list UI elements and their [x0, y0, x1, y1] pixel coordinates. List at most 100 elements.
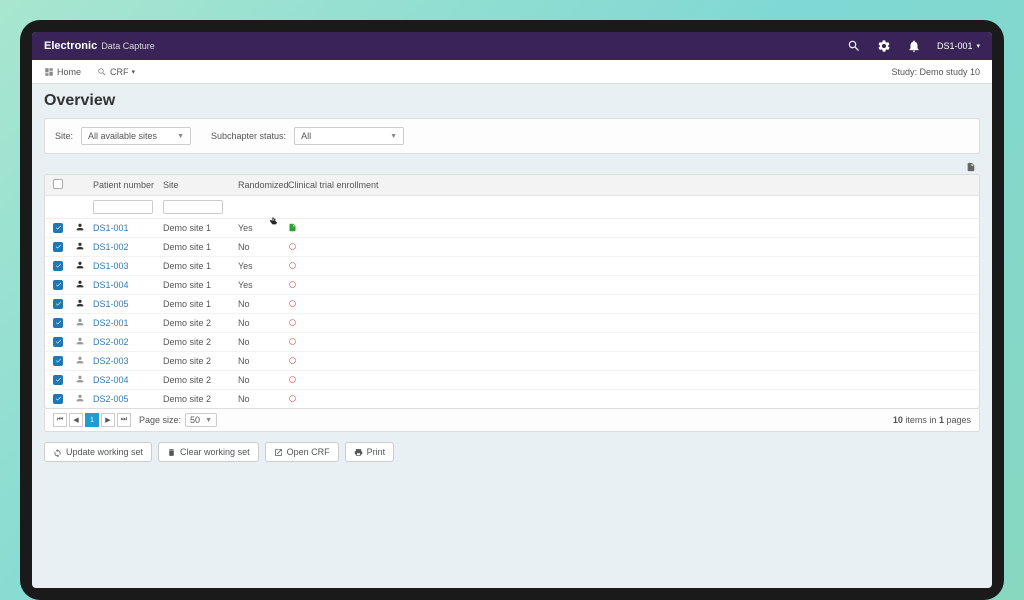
clear-working-set-button[interactable]: Clear working set — [158, 442, 259, 462]
randomized-text: No — [238, 299, 250, 309]
chevron-down-icon: ▼ — [390, 133, 397, 140]
randomized-text: No — [238, 318, 250, 328]
row-checkbox[interactable] — [53, 242, 63, 252]
patient-number-link[interactable]: DS2-002 — [93, 337, 129, 347]
randomized-text: No — [238, 242, 250, 252]
patient-number-link[interactable]: DS1-003 — [93, 261, 129, 271]
filter-row — [45, 196, 979, 219]
open-crf-button[interactable]: Open CRF — [265, 442, 339, 462]
patient-number-link[interactable]: DS1-002 — [93, 242, 129, 252]
print-icon — [354, 448, 363, 457]
row-checkbox[interactable] — [53, 337, 63, 347]
enroll-pending-icon — [288, 318, 297, 327]
page-size-value: 50 — [190, 415, 200, 425]
site-filter-dropdown[interactable]: All available sites ▼ — [81, 127, 191, 145]
nav-home[interactable]: Home — [44, 67, 89, 77]
table-row: DS2-004 Demo site 2 No — [45, 371, 979, 390]
export-row — [44, 160, 980, 174]
page-size-dropdown[interactable]: 50 ▼ — [185, 413, 217, 427]
col-randomized[interactable]: Randomized — [238, 180, 288, 190]
patient-number-link[interactable]: DS2-004 — [93, 375, 129, 385]
status-filter-value: All — [301, 131, 311, 141]
patient-number-link[interactable]: DS1-004 — [93, 280, 129, 290]
table-row: DS1-002Demo site 1No — [45, 238, 979, 257]
user-label: DS1-001 — [937, 41, 973, 51]
site-text: Demo site 1 — [163, 280, 211, 290]
site-text: Demo site 1 — [163, 223, 211, 233]
nav-home-label: Home — [57, 67, 81, 77]
table-header: Patient number Site Randomized Clinical … — [45, 175, 979, 196]
user-menu[interactable]: DS1-001 ▾ — [937, 41, 980, 51]
site-text: Demo site 2 — [163, 356, 211, 366]
pager-last[interactable]: ⏭ — [117, 413, 131, 427]
status-filter-dropdown[interactable]: All ▼ — [294, 127, 404, 145]
tablet-frame: Electronic Data Capture DS1-001 ▾ Home C… — [20, 20, 1004, 600]
row-checkbox[interactable] — [53, 223, 63, 233]
pager-prev[interactable]: ◀ — [69, 413, 83, 427]
search-small-icon — [97, 67, 107, 77]
patient-number-link[interactable]: DS2-005 — [93, 394, 129, 404]
row-checkbox[interactable] — [53, 318, 63, 328]
col-site[interactable]: Site — [163, 180, 238, 190]
patient-number-link[interactable]: DS2-003 — [93, 356, 129, 366]
brand-light: Data Capture — [101, 41, 155, 51]
person-icon — [75, 374, 85, 384]
person-icon — [75, 355, 85, 365]
row-checkbox[interactable] — [53, 299, 63, 309]
dashboard-icon — [44, 67, 54, 77]
search-icon[interactable] — [847, 39, 861, 53]
update-working-set-button[interactable]: Update working set — [44, 442, 152, 462]
study-label: Study: Demo study 10 — [891, 67, 980, 77]
update-label: Update working set — [66, 447, 143, 457]
action-buttons: Update working set Clear working set Ope… — [44, 442, 980, 462]
export-icon[interactable] — [966, 162, 976, 172]
randomized-text: Yes — [238, 223, 253, 233]
row-checkbox[interactable] — [53, 261, 63, 271]
person-icon — [75, 393, 85, 403]
patient-number-link[interactable]: DS1-001 — [93, 223, 129, 233]
patient-number-link[interactable]: DS2-001 — [93, 318, 129, 328]
person-icon — [75, 298, 85, 308]
col-patient-number[interactable]: Patient number — [93, 180, 163, 190]
randomized-text: No — [238, 356, 250, 366]
row-checkbox[interactable] — [53, 280, 63, 290]
row-checkbox[interactable] — [53, 394, 63, 404]
pager-page-1[interactable]: 1 — [85, 413, 99, 427]
bell-icon[interactable] — [907, 39, 921, 53]
pager-buttons: ⏮ ◀ 1 ▶ ⏭ — [53, 413, 131, 427]
content: Overview Site: All available sites ▼ Sub… — [32, 84, 992, 588]
patient-number-filter[interactable] — [93, 200, 153, 214]
randomized-text: No — [238, 375, 250, 385]
patient-number-link[interactable]: DS1-005 — [93, 299, 129, 309]
patient-table: Patient number Site Randomized Clinical … — [44, 174, 980, 409]
row-checkbox[interactable] — [53, 375, 63, 385]
nav-crf[interactable]: CRF ▾ — [89, 67, 143, 77]
pager-next[interactable]: ▶ — [101, 413, 115, 427]
brand: Electronic Data Capture — [44, 40, 155, 52]
page-size: Page size: 50 ▼ — [139, 413, 217, 427]
table-body: DS1-001Demo site 1YesDS1-002Demo site 1N… — [45, 219, 979, 408]
randomized-text: Yes — [238, 261, 253, 271]
open-icon — [274, 448, 283, 457]
row-checkbox[interactable] — [53, 356, 63, 366]
person-icon — [75, 336, 85, 346]
chevron-down-icon: ▼ — [205, 417, 212, 424]
select-all-checkbox[interactable] — [53, 179, 63, 189]
col-enrollment[interactable]: Clinical trial enrollment — [288, 180, 971, 190]
site-filter-input[interactable] — [163, 200, 223, 214]
enroll-complete-icon — [288, 223, 297, 232]
nav-crf-label: CRF — [110, 67, 129, 77]
enroll-pending-icon — [288, 337, 297, 346]
gear-icon[interactable] — [877, 39, 891, 53]
app-screen: Electronic Data Capture DS1-001 ▾ Home C… — [32, 32, 992, 588]
page-size-label: Page size: — [139, 415, 181, 425]
person-icon — [75, 241, 85, 251]
topbar: Electronic Data Capture DS1-001 ▾ — [32, 32, 992, 60]
chevron-down-icon: ▾ — [132, 68, 136, 76]
pager-total-items: 10 — [893, 415, 903, 425]
enroll-pending-icon — [288, 356, 297, 365]
site-text: Demo site 2 — [163, 375, 211, 385]
table-row: DS2-005Demo site 2No — [45, 390, 979, 408]
pager-first[interactable]: ⏮ — [53, 413, 67, 427]
print-button[interactable]: Print — [345, 442, 395, 462]
